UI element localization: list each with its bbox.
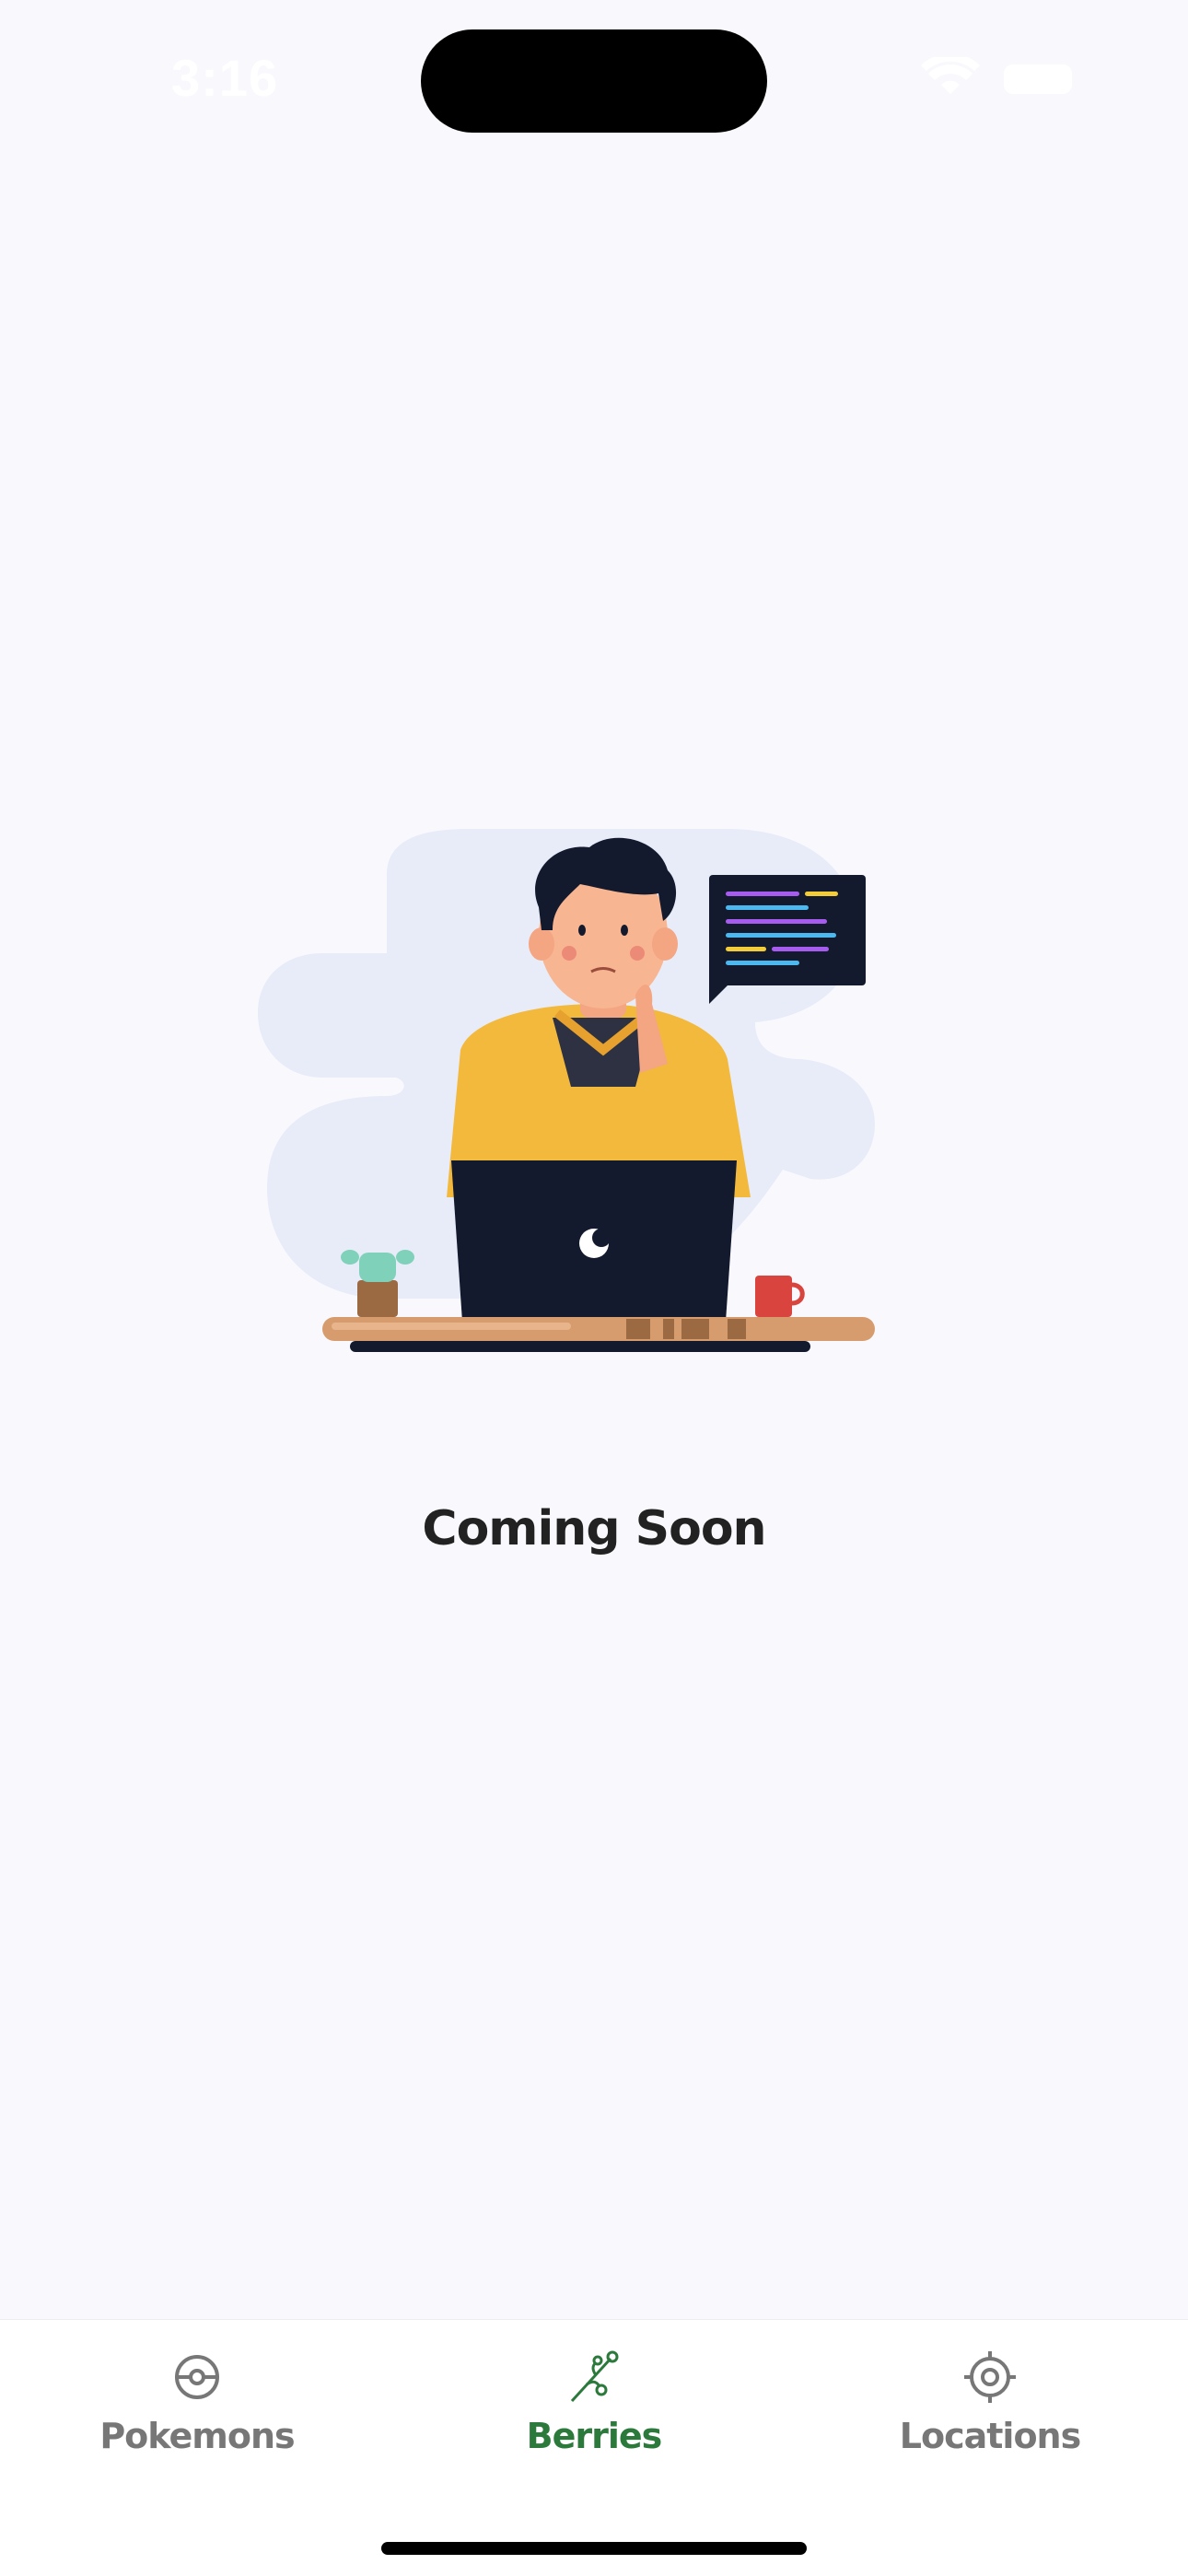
battery-icon — [1004, 64, 1072, 94]
coming-soon-message: Coming Soon — [422, 1501, 766, 1556]
tab-label-berries: Berries — [526, 2416, 663, 2456]
developer-illustration — [258, 829, 875, 1352]
tab-label-locations: Locations — [899, 2416, 1081, 2456]
status-bar: 3:16 — [0, 0, 1188, 157]
tab-locations[interactable]: Locations — [852, 2348, 1128, 2495]
status-time: 3:16 — [171, 49, 279, 107]
tab-berries[interactable]: Berries — [456, 2348, 732, 2495]
tab-bar: Pokemons Berries Locations — [0, 2319, 1188, 2576]
berry-branch-icon — [570, 2350, 619, 2403]
tab-label-pokemons: Pokemons — [99, 2416, 295, 2456]
tab-pokemons[interactable]: Pokemons — [59, 2348, 335, 2495]
home-indicator[interactable] — [381, 2542, 807, 2555]
dynamic-island — [421, 29, 767, 133]
location-target-icon — [964, 2351, 1016, 2403]
pokeball-icon — [175, 2355, 219, 2399]
wifi-icon — [921, 57, 980, 94]
